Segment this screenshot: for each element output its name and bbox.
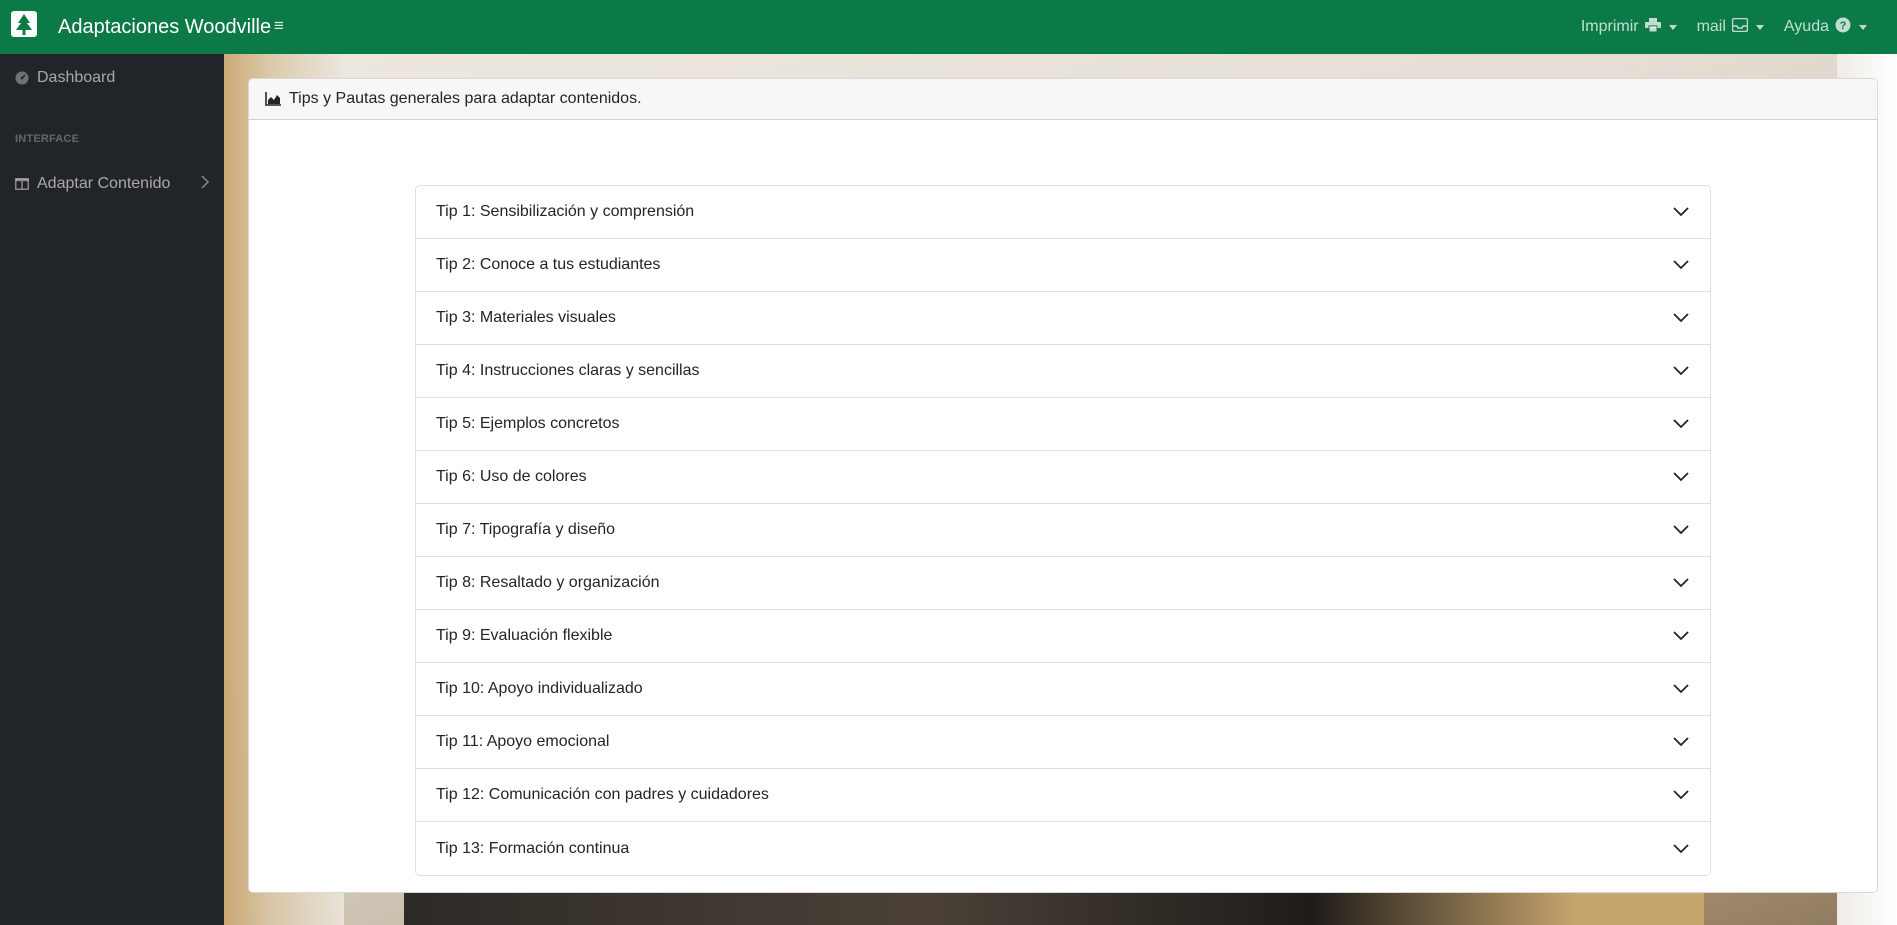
sidebar-item-dashboard[interactable]: Dashboard [0,54,224,102]
accordion-item[interactable]: Tip 5: Ejemplos concretos [416,398,1710,451]
help-dropdown[interactable]: Ayuda ? [1784,17,1867,38]
accordion-item[interactable]: Tip 2: Conoce a tus estudiantes [416,239,1710,292]
print-dropdown[interactable]: Imprimir [1580,17,1677,37]
inbox-icon [1731,17,1749,37]
accordion-item[interactable]: Tip 9: Evaluación flexible [416,610,1710,663]
area-chart-icon [265,92,281,106]
sidebar-item-label: Adaptar Contenido [37,175,171,192]
sidebar-item-adaptar-contenido[interactable]: Adaptar Contenido [0,160,224,208]
accordion-item[interactable]: Tip 3: Materiales visuales [416,292,1710,345]
accordion-item[interactable]: Tip 1: Sensibilización y comprensión [416,186,1710,239]
caret-down-icon [1755,24,1764,30]
bars-icon[interactable]: ≡ [274,16,284,36]
help-label: Ayuda [1783,18,1829,35]
accordion-item[interactable]: Tip 8: Resaltado y organización [416,557,1710,610]
mail-label: mail [1696,18,1726,35]
tree-logo-icon[interactable] [8,8,40,40]
accordion-item[interactable]: Tip 7: Tipografía y diseño [416,504,1710,557]
accordion-item-label: Tip 7: Tipografía y diseño [436,521,616,538]
chevron-right-icon [200,174,210,194]
tachometer-icon [15,71,29,85]
columns-icon [15,177,29,191]
chevron-down-icon [1672,468,1690,486]
accordion-item[interactable]: Tip 4: Instrucciones claras y sencillas [416,345,1710,398]
svg-text:?: ? [1840,20,1847,32]
main-content: Tips y Pautas generales para adaptar con… [224,54,1897,925]
accordion-item-label: Tip 12: Comunicación con padres y cuidad… [436,786,769,803]
chevron-down-icon [1672,840,1690,858]
accordion-item-label: Tip 9: Evaluación flexible [436,627,613,644]
accordion-item[interactable]: Tip 13: Formación continua [416,822,1710,875]
chevron-down-icon [1672,627,1690,645]
accordion-item[interactable]: Tip 6: Uso de colores [416,451,1710,504]
chevron-down-icon [1672,521,1690,539]
caret-down-icon [1859,24,1867,30]
chevron-down-icon [1672,733,1690,751]
accordion-item[interactable]: Tip 12: Comunicación con padres y cuidad… [416,769,1710,822]
tips-accordion: Tip 1: Sensibilización y comprensión Tip … [415,185,1711,876]
accordion-item-label: Tip 1: Sensibilización y comprensión [436,203,695,220]
tips-card: Tips y Pautas generales para adaptar con… [248,78,1878,893]
mail-dropdown[interactable]: mail [1696,17,1764,37]
accordion-item-label: Tip 8: Resaltado y organización [436,574,660,591]
chevron-down-icon [1672,786,1690,804]
top-nav: Imprimir mail Ayuda ? [1581,0,1867,54]
accordion-item-label: Tip 10: Apoyo individualizado [436,680,643,697]
accordion-item-label: Tip 6: Uso de colores [436,468,587,485]
chevron-down-icon [1672,415,1690,433]
card-title: Tips y Pautas generales para adaptar con… [289,90,642,107]
accordion-item-label: Tip 4: Instrucciones claras y sencillas [436,362,700,379]
brand-title[interactable]: Adaptaciones Woodville [58,14,271,40]
accordion-item[interactable]: Tip 10: Apoyo individualizado [416,663,1710,716]
sidebar-heading: INTERFACE [15,133,80,145]
accordion-item[interactable]: Tip 11: Apoyo emocional [416,716,1710,769]
chevron-down-icon [1672,362,1690,380]
card-header: Tips y Pautas generales para adaptar con… [249,79,1877,120]
accordion-item-label: Tip 2: Conoce a tus estudiantes [436,256,661,273]
top-navbar: Adaptaciones Woodville ≡ Imprimir mail A… [0,0,1897,54]
accordion-item-label: Tip 3: Materiales visuales [436,309,616,326]
sidebar: Dashboard INTERFACE Adaptar Contenido [0,54,224,925]
sidebar-item-label: Dashboard [37,69,116,86]
chevron-down-icon [1672,256,1690,274]
accordion-item-label: Tip 11: Apoyo emocional [436,733,610,750]
chevron-down-icon [1672,680,1690,698]
chevron-down-icon [1672,574,1690,592]
chevron-down-icon [1672,309,1690,327]
print-label: Imprimir [1580,18,1639,35]
question-circle-icon: ? [1835,17,1851,38]
printer-icon [1644,17,1661,37]
accordion-item-label: Tip 13: Formación continua [436,839,630,857]
chevron-down-icon [1672,203,1690,221]
caret-down-icon [1668,24,1677,30]
accordion-item-label: Tip 5: Ejemplos concretos [436,415,620,432]
